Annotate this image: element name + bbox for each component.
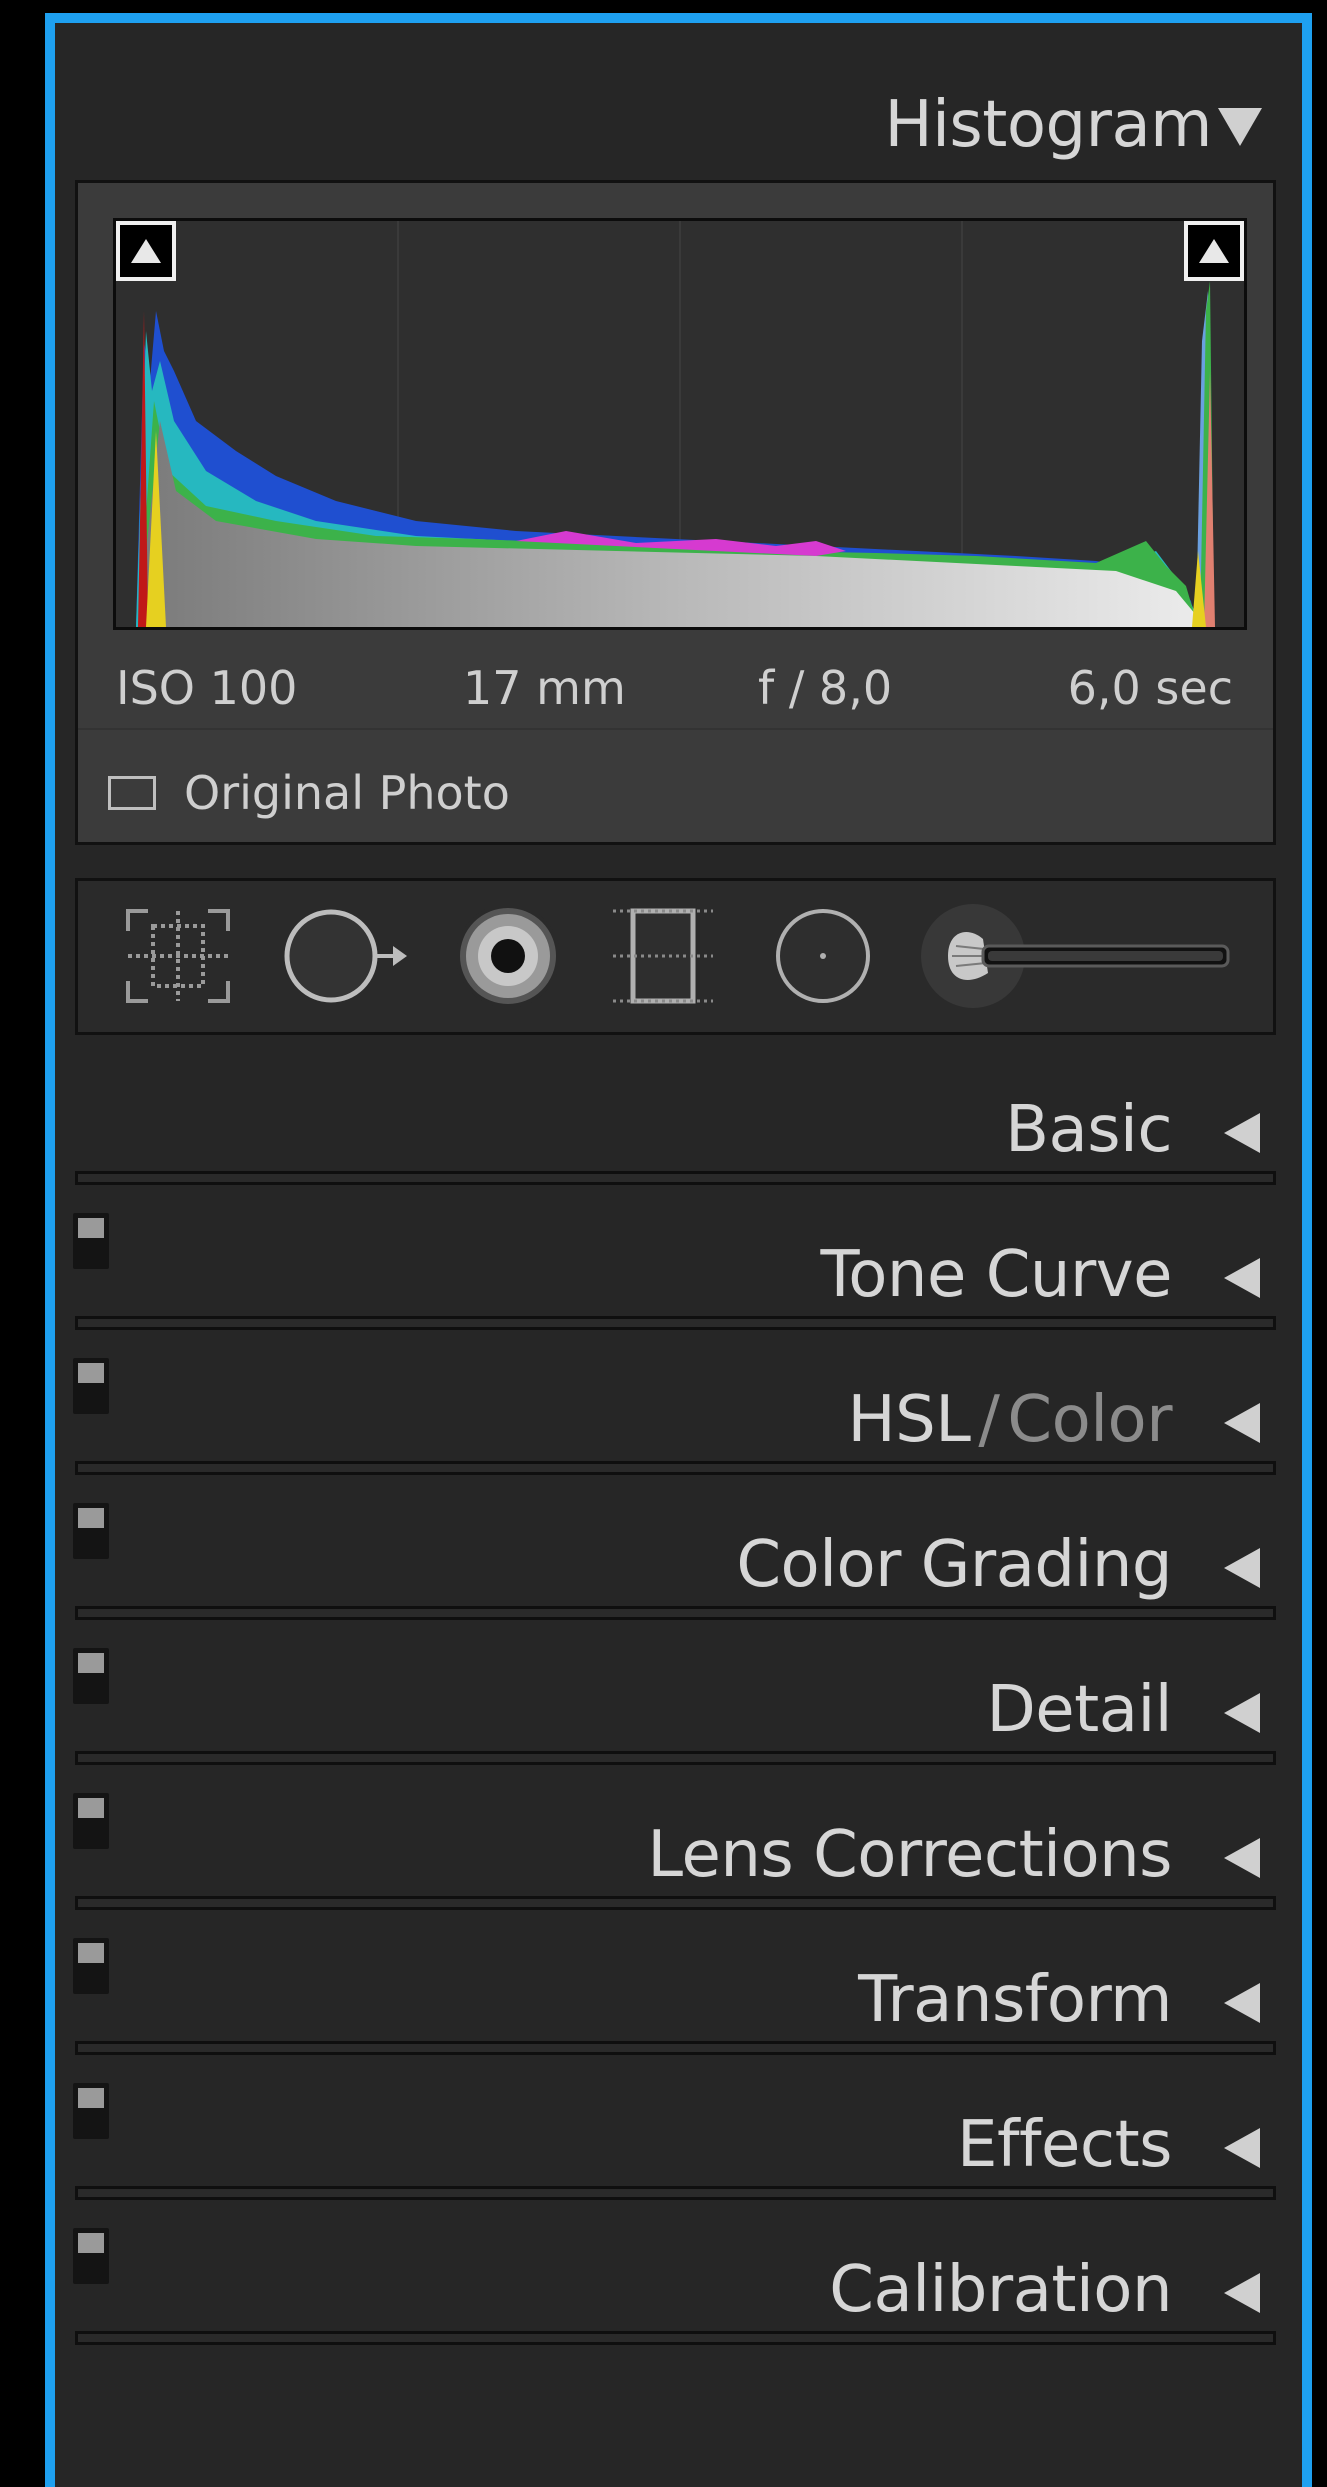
panel-basic-title: Basic xyxy=(1005,1093,1172,1167)
panel-lens-corrections-title: Lens Corrections xyxy=(647,1818,1172,1892)
panel-divider xyxy=(75,1461,1276,1475)
spot-removal-icon[interactable] xyxy=(283,906,413,1006)
crop-overlay-icon[interactable] xyxy=(123,906,233,1006)
shadow-clipping-icon xyxy=(131,239,161,263)
panel-color-grading[interactable]: Color Grading xyxy=(55,1483,1302,1603)
panel-effects-title: Effects xyxy=(957,2108,1173,2182)
panel-divider xyxy=(75,1751,1276,1765)
panel-divider xyxy=(75,1171,1276,1185)
histogram-title: Histogram xyxy=(884,88,1213,162)
expand-triangle-icon xyxy=(1224,1113,1260,1153)
panel-basic[interactable]: Basic xyxy=(55,1063,1302,1183)
develop-right-panel: Histogram ISO 100 17 mm f / 8,0 6,0 sec … xyxy=(45,13,1312,2487)
expand-triangle-icon xyxy=(1224,2273,1260,2313)
tone-curve-switch[interactable] xyxy=(73,1213,109,1269)
panel-detail-title: Detail xyxy=(986,1673,1172,1747)
expand-triangle-icon xyxy=(1224,1693,1260,1733)
shadow-clipping-button[interactable] xyxy=(116,221,176,281)
exif-aperture: f / 8,0 xyxy=(758,661,893,715)
graduated-filter-icon[interactable] xyxy=(608,906,718,1006)
original-photo-checkbox[interactable] xyxy=(108,776,156,810)
color-tab[interactable]: Color xyxy=(1007,1383,1172,1457)
panel-effects[interactable]: Effects xyxy=(55,2063,1302,2183)
panel-lens-corrections[interactable]: Lens Corrections xyxy=(55,1773,1302,1893)
panel-calibration[interactable]: Calibration xyxy=(55,2208,1302,2328)
panel-tone-curve-title: Tone Curve xyxy=(820,1238,1173,1312)
red-eye-icon[interactable] xyxy=(453,901,563,1011)
highlight-clipping-icon xyxy=(1199,239,1229,263)
expand-triangle-icon xyxy=(1224,2128,1260,2168)
detail-switch[interactable] xyxy=(73,1648,109,1704)
hsl-separator: / xyxy=(978,1383,1000,1457)
panel-hsl-color[interactable]: HSL / Color xyxy=(55,1338,1302,1458)
expand-triangle-icon xyxy=(1224,1838,1260,1878)
expand-triangle-icon xyxy=(1224,1258,1260,1298)
highlight-clipping-button[interactable] xyxy=(1184,221,1244,281)
transform-switch[interactable] xyxy=(73,1938,109,1994)
expand-triangle-icon xyxy=(1224,1548,1260,1588)
panel-transform[interactable]: Transform xyxy=(55,1918,1302,2038)
panel-divider xyxy=(75,2041,1276,2055)
panel-tone-curve[interactable]: Tone Curve xyxy=(55,1193,1302,1313)
panel-divider xyxy=(75,1896,1276,1910)
histogram-header[interactable]: Histogram xyxy=(55,78,1302,168)
panel-detail[interactable]: Detail xyxy=(55,1628,1302,1748)
panel-divider xyxy=(75,2331,1276,2345)
panel-color-grading-title: Color Grading xyxy=(736,1528,1172,1602)
hsl-switch[interactable] xyxy=(73,1358,109,1414)
radial-filter-icon[interactable] xyxy=(768,906,878,1006)
histogram-divider xyxy=(78,728,1273,730)
exif-iso: ISO 100 xyxy=(116,661,298,715)
exif-focal-length: 17 mm xyxy=(463,661,626,715)
exif-shutter-speed: 6,0 sec xyxy=(1067,661,1233,715)
adjustment-brush-icon[interactable] xyxy=(918,901,1238,1011)
color-grading-switch[interactable] xyxy=(73,1503,109,1559)
histogram-graph xyxy=(113,218,1247,630)
panel-transform-title: Transform xyxy=(858,1963,1172,2037)
histogram-curves xyxy=(136,221,1215,627)
panel-hsl-title: HSL / Color xyxy=(847,1383,1172,1457)
tool-strip xyxy=(75,878,1276,1035)
panel-divider xyxy=(75,1316,1276,1330)
calibration-switch[interactable] xyxy=(73,2228,109,2284)
effects-switch[interactable] xyxy=(73,2083,109,2139)
expand-triangle-icon xyxy=(1224,1403,1260,1443)
hsl-tab[interactable]: HSL xyxy=(847,1383,970,1457)
panel-calibration-title: Calibration xyxy=(829,2253,1172,2327)
panel-divider xyxy=(75,2186,1276,2200)
expand-triangle-icon xyxy=(1224,1983,1260,2023)
original-photo-toggle[interactable]: Original Photo xyxy=(108,763,510,823)
collapse-triangle-icon xyxy=(1218,108,1262,146)
panel-divider xyxy=(75,1606,1276,1620)
original-photo-label: Original Photo xyxy=(184,766,510,820)
lens-corrections-switch[interactable] xyxy=(73,1793,109,1849)
histogram-panel: ISO 100 17 mm f / 8,0 6,0 sec Original P… xyxy=(75,180,1276,845)
